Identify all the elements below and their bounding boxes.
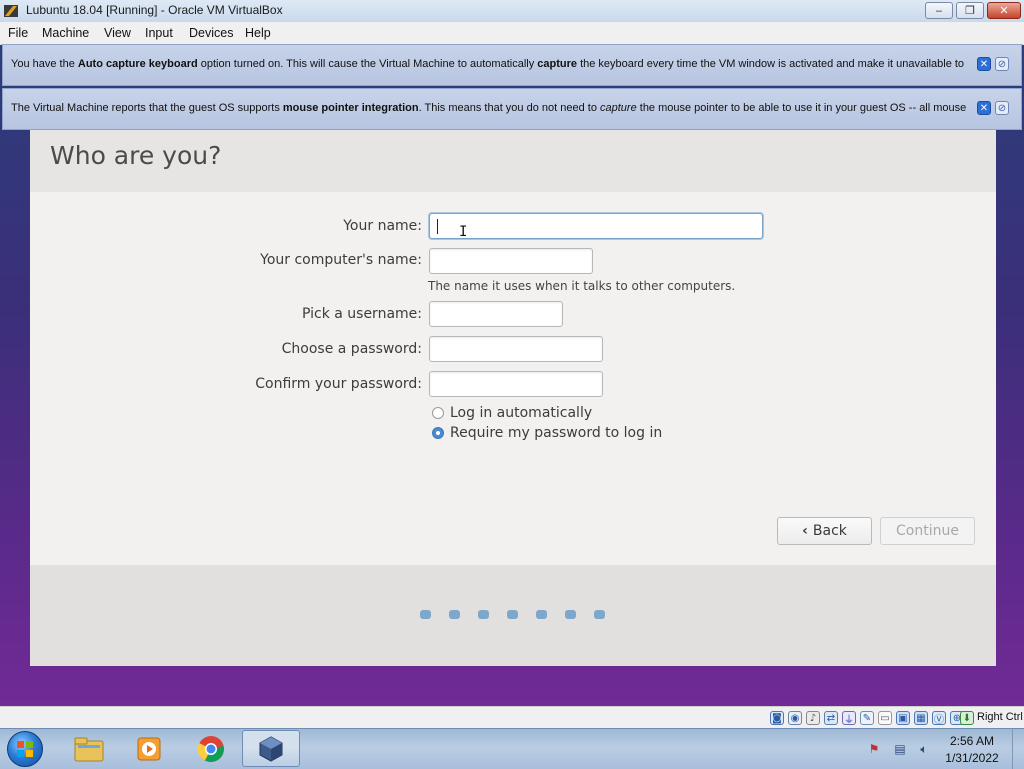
require-password-option[interactable]: Require my password to log in <box>432 425 662 441</box>
progress-step-dot <box>565 610 576 619</box>
clock-time: 2:56 AM <box>949 734 995 748</box>
hard-disk-icon[interactable]: ◙ <box>770 711 784 725</box>
banner-message: You have the Auto capture keyboard optio… <box>11 58 969 70</box>
banner-text-run: You have the <box>11 58 78 70</box>
start-button[interactable] <box>7 731 43 767</box>
info-close-icon[interactable]: ✕ <box>977 101 991 115</box>
folder-icon <box>74 737 104 761</box>
do-not-show-again-icon[interactable]: ⊘ <box>995 101 1009 115</box>
windows-logo-icon <box>17 741 33 757</box>
virtualbox-icon <box>4 5 18 17</box>
banner-text-run: . This means that you do not need to <box>418 102 600 114</box>
volume-icon[interactable]: 🔈︎ <box>916 741 932 757</box>
audio-icon[interactable]: ♪ <box>806 711 820 725</box>
menu-help[interactable]: Help <box>245 26 271 40</box>
banner-text-run: mouse pointer integration <box>282 102 419 114</box>
media-player-icon <box>137 737 161 760</box>
login-automatically-option[interactable]: Log in automatically <box>432 405 592 421</box>
password-label: Choose a password: <box>281 341 422 357</box>
login-automatically-label: Log in automatically <box>450 405 593 421</box>
progress-step-dot <box>478 610 489 619</box>
host-key-label: Right Ctrl <box>977 711 1023 723</box>
password-input[interactable] <box>429 336 603 362</box>
show-desktop-button[interactable] <box>1012 729 1024 769</box>
menu-input[interactable]: Input <box>145 26 173 40</box>
back-button[interactable]: ‹ Back <box>777 517 872 545</box>
optical-drive-icon[interactable]: ◉ <box>788 711 802 725</box>
your-name-input[interactable]: I <box>429 213 763 240</box>
banner-text-run: capture <box>537 58 578 70</box>
vt-x-icon[interactable]: Ⓥ <box>932 711 946 726</box>
banner-text-run: Auto capture keyboard <box>77 58 198 70</box>
action-center-icon[interactable]: ⚑ <box>866 741 882 757</box>
auto-capture-banner: You have the Auto capture keyboard optio… <box>2 44 1022 86</box>
shared-folders-icon[interactable]: ✎ <box>860 711 874 725</box>
installer-footer <box>30 565 996 666</box>
username-label: Pick a username: <box>301 306 422 322</box>
menu-view[interactable]: View <box>104 26 131 40</box>
taskbar-chrome[interactable] <box>182 730 240 767</box>
banner-text-run: capture <box>600 102 637 114</box>
username-input[interactable] <box>429 301 563 327</box>
menu-file[interactable]: File <box>8 26 28 40</box>
vm-statusbar: ◙ ◉ ♪ ⇄ ⏚ ✎ ▭ ▣ ▦ Ⓥ ⊕ ⬇ Right Ctrl <box>0 706 1024 729</box>
video-capture-icon[interactable]: ▣ <box>896 711 910 725</box>
require-password-label: Require my password to log in <box>450 425 663 441</box>
banner-text-run: the keyboard every time the VM window is… <box>577 58 965 70</box>
installer-window: Who are you? Your name: I Your computer'… <box>30 130 996 666</box>
taskbar-virtualbox[interactable] <box>242 730 300 767</box>
continue-button[interactable]: Continue <box>880 517 975 545</box>
usb-icon[interactable]: ⏚ <box>842 711 856 726</box>
network-icon[interactable]: ⇄ <box>824 711 838 725</box>
progress-step-dot <box>449 610 460 619</box>
window-titlebar: Lubuntu 18.04 [Running] - Oracle VM Virt… <box>0 0 1024 23</box>
clock-date: 1/31/2022 <box>945 751 999 765</box>
banner-text-run: option turned on. This will cause the Vi… <box>197 58 538 70</box>
window-title: Lubuntu 18.04 [Running] - Oracle VM Virt… <box>26 3 283 17</box>
computer-name-input[interactable] <box>429 248 593 274</box>
chrome-icon <box>197 735 224 762</box>
radio-button[interactable] <box>432 407 444 419</box>
windows-taskbar: ⚑ ▤ 🔈︎ 2:56 AM 1/31/2022 <box>0 728 1024 769</box>
cpu-icon[interactable]: ▦ <box>914 711 928 725</box>
progress-step-dot <box>507 610 518 619</box>
chevron-left-icon: ‹ <box>802 523 808 539</box>
menubar: File Machine View Input Devices Help <box>0 22 1024 45</box>
progress-step-dot <box>420 610 431 619</box>
confirm-password-label: Confirm your password: <box>255 376 422 392</box>
text-caret <box>437 219 438 234</box>
ibeam-cursor-icon: I <box>459 224 468 240</box>
network-tray-icon[interactable]: ▤ <box>892 741 908 757</box>
keyboard-capture-icon[interactable]: ⬇ <box>960 711 974 725</box>
your-name-label: Your name: <box>343 218 422 234</box>
mouse-integration-banner: The Virtual Machine reports that the gue… <box>2 88 1022 130</box>
banner-text-run: the mouse pointer to be able to use it i… <box>636 102 967 114</box>
computer-name-label: Your computer's name: <box>260 252 422 268</box>
banner-message: The Virtual Machine reports that the gue… <box>11 102 969 114</box>
installer-header: Who are you? <box>30 130 996 192</box>
minimize-button[interactable]: ‒ <box>925 2 953 19</box>
maximize-button[interactable]: ❐ <box>956 2 984 19</box>
menu-devices[interactable]: Devices <box>189 26 233 40</box>
computer-name-hint: The name it uses when it talks to other … <box>428 279 736 293</box>
close-button[interactable]: ✕ <box>987 2 1021 19</box>
menu-machine[interactable]: Machine <box>42 26 89 40</box>
banner-text-run: The Virtual Machine reports that the gue… <box>11 102 283 114</box>
page-title: Who are you? <box>50 141 222 170</box>
progress-step-dot <box>594 610 605 619</box>
confirm-password-input[interactable] <box>429 371 603 397</box>
display-icon[interactable]: ▭ <box>878 711 892 725</box>
info-close-icon[interactable]: ✕ <box>977 57 991 71</box>
do-not-show-again-icon[interactable]: ⊘ <box>995 57 1009 71</box>
taskbar-file-explorer[interactable] <box>60 730 118 767</box>
radio-button-selected[interactable] <box>432 427 444 439</box>
system-clock[interactable]: 2:56 AM 1/31/2022 <box>942 733 1002 767</box>
progress-step-dot <box>536 610 547 619</box>
taskbar-media-player[interactable] <box>120 730 178 767</box>
virtualbox-cube-icon <box>259 735 283 762</box>
